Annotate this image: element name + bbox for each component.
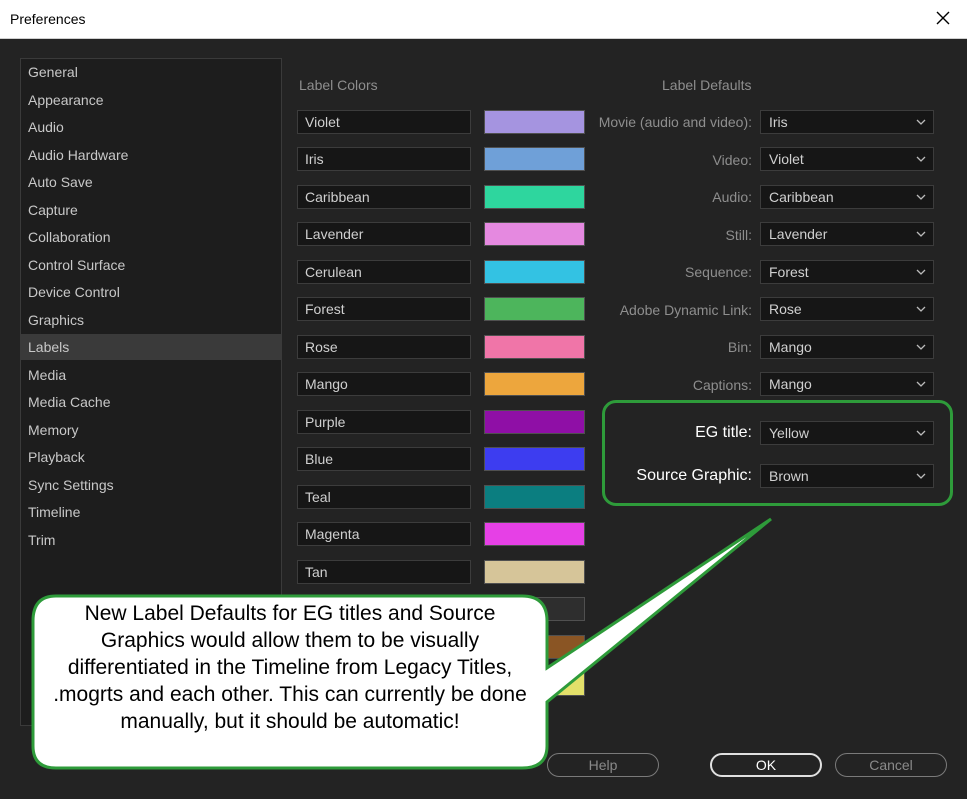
callout-text: New Label Defaults for EG titles and Sou… [53, 602, 527, 733]
